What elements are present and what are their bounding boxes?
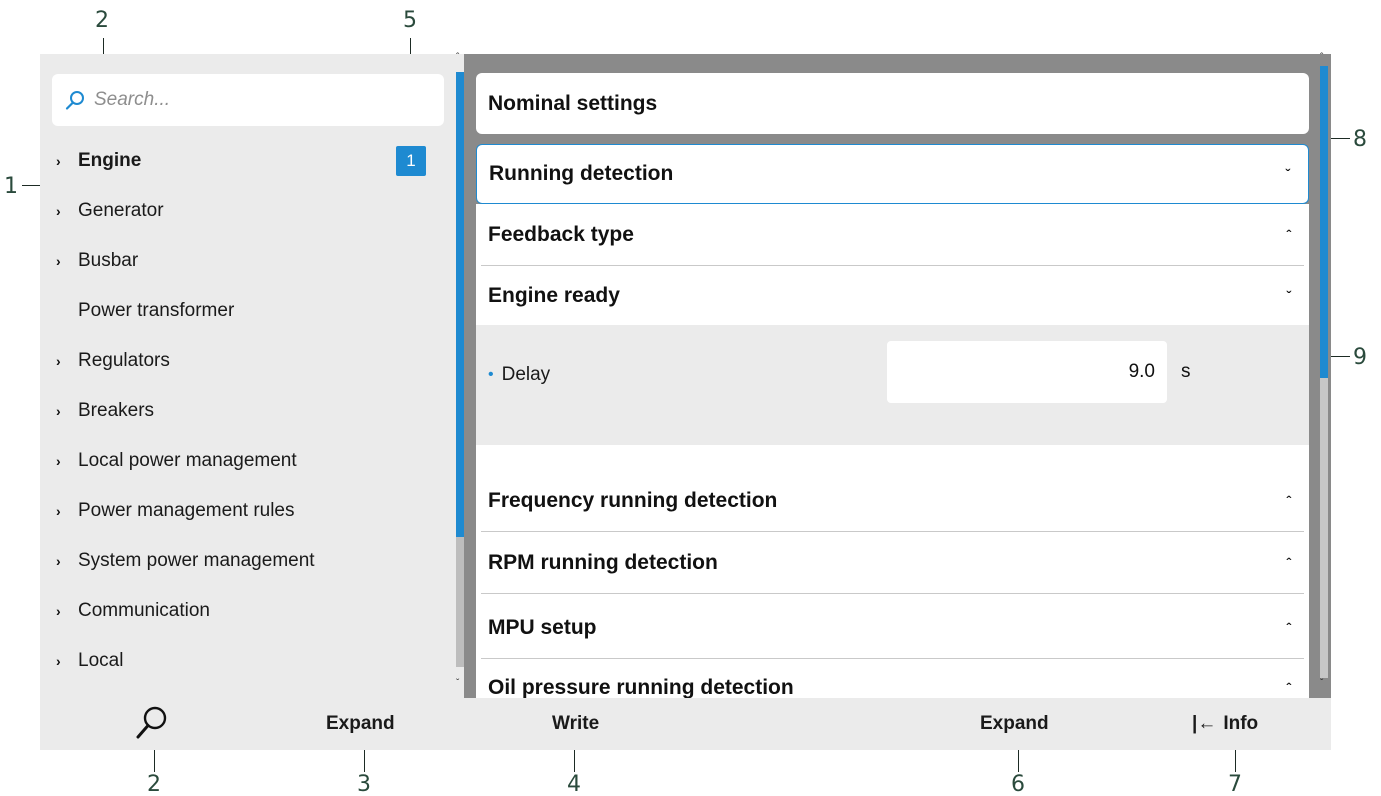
sidebar-item-label: Breakers	[78, 400, 155, 421]
callout-6: 6	[1011, 772, 1025, 796]
caret-up-icon[interactable]: ˆ	[1286, 227, 1291, 243]
scrollbar-thumb[interactable]	[456, 72, 464, 537]
section-nominal-settings[interactable]: Nominal settings	[476, 73, 1309, 134]
chevron-right-icon: ›	[56, 503, 61, 519]
sidebar-item-label: Busbar	[78, 250, 139, 271]
sidebar-item-label: Local power management	[78, 450, 297, 471]
group-title: Frequency running detection	[488, 489, 778, 512]
sidebar-item-label: Power management rules	[78, 500, 295, 521]
group-mpu-setup[interactable]: MPU setup ˆ	[476, 597, 1309, 659]
scrollbar-track	[456, 537, 464, 667]
search-button[interactable]	[134, 698, 170, 750]
delay-label-text: Delay	[501, 364, 551, 385]
sidebar-item-label: Local	[78, 650, 124, 671]
chevron-right-icon: ›	[56, 353, 61, 369]
sidebar-item-system-power-management[interactable]: › System power management	[56, 536, 436, 586]
chevron-right-icon: ›	[56, 453, 61, 469]
scrollbar-track	[1320, 378, 1328, 678]
group-title: Engine ready	[488, 284, 620, 307]
delay-setting-row: • Delay 9.0 s	[476, 325, 1309, 445]
sidebar-item-power-transformer[interactable]: Power transformer	[56, 286, 436, 336]
expand-all-sidebar-button[interactable]: Expand	[326, 698, 395, 750]
sidebar-item-power-management-rules[interactable]: › Power management rules	[56, 486, 436, 536]
sidebar-item-regulators[interactable]: › Regulators	[56, 336, 436, 386]
count-badge: 1	[396, 146, 426, 176]
scroll-down-icon[interactable]: ˇ	[456, 678, 459, 689]
callout-5: 5	[403, 8, 417, 33]
callout-7: 7	[1228, 772, 1242, 796]
sidebar-item-label: Engine	[78, 150, 142, 171]
section-title: Nominal settings	[488, 91, 658, 115]
search-icon	[65, 91, 84, 110]
section-title: Running detection	[489, 162, 674, 185]
info-label: Info	[1223, 713, 1259, 734]
sidebar-item-engine[interactable]: › Engine	[56, 136, 436, 186]
sidebar-item-label: System power management	[78, 550, 315, 571]
delay-label: • Delay	[488, 325, 550, 425]
caret-down-icon[interactable]: ˇ	[1285, 166, 1290, 182]
caret-up-icon[interactable]: ˆ	[1286, 680, 1291, 696]
delay-unit: s	[1181, 361, 1191, 382]
chevron-right-icon: ›	[56, 603, 61, 619]
callout-3: 3	[357, 772, 371, 796]
section-running-detection[interactable]: Running detection ˇ	[476, 144, 1309, 204]
sidebar-item-label: Communication	[78, 600, 210, 621]
group-rpm-running-detection[interactable]: RPM running detection ˆ	[476, 532, 1309, 594]
chevron-right-icon: ›	[56, 203, 61, 219]
search-input[interactable]	[94, 89, 434, 111]
scroll-up-icon[interactable]: ˆ	[1320, 52, 1323, 63]
caret-down-icon[interactable]: ˇ	[1286, 288, 1291, 304]
chevron-right-icon: ›	[56, 253, 61, 269]
expand-all-settings-button[interactable]: Expand	[980, 698, 1049, 750]
search-icon	[136, 706, 167, 739]
sidebar-item-breakers[interactable]: › Breakers	[56, 386, 436, 436]
sidebar-item-local[interactable]: › Local	[56, 636, 436, 686]
collapse-left-icon: |←	[1192, 713, 1217, 734]
group-title: RPM running detection	[488, 551, 718, 574]
group-frequency-running-detection[interactable]: Frequency running detection ˆ	[476, 470, 1309, 532]
scroll-down-icon[interactable]: ˇ	[1320, 678, 1323, 689]
sidebar-item-generator[interactable]: › Generator	[56, 186, 436, 236]
sidebar-scrollbar[interactable]: ˆ ˇ	[456, 52, 464, 698]
group-title: Oil pressure running detection	[488, 676, 794, 699]
write-button[interactable]: Write	[552, 698, 599, 750]
divider	[481, 593, 1304, 594]
scroll-up-icon[interactable]: ˆ	[456, 52, 459, 63]
delay-value-field[interactable]: 9.0	[887, 341, 1167, 403]
settings-scrollbar[interactable]: ˆ ˇ	[1317, 52, 1331, 698]
settings-panel: Nominal settings Running detection ˇ Fee…	[464, 54, 1317, 719]
caret-up-icon[interactable]: ˆ	[1286, 620, 1291, 636]
callout-8: 8	[1353, 127, 1367, 152]
navigation-panel: › Engine 1 › Generator › Busbar Power tr…	[40, 54, 456, 698]
search-box[interactable]	[52, 74, 444, 126]
bottom-toolbar: Expand Write Expand |← Info	[40, 698, 1331, 750]
sidebar-item-label: Power transformer	[78, 300, 235, 321]
sidebar-item-busbar[interactable]: › Busbar	[56, 236, 436, 286]
group-title: Feedback type	[488, 223, 634, 246]
group-feedback-type[interactable]: Feedback type ˆ	[476, 204, 1309, 266]
section-content: Feedback type ˆ Engine ready ˇ • Delay 9…	[476, 204, 1309, 719]
caret-up-icon[interactable]: ˆ	[1286, 555, 1291, 571]
sidebar-item-communication[interactable]: › Communication	[56, 586, 436, 636]
chevron-right-icon: ›	[56, 153, 61, 169]
callout-4: 4	[567, 772, 581, 796]
caret-up-icon[interactable]: ˆ	[1286, 493, 1291, 509]
callout-9: 9	[1353, 345, 1367, 370]
callout-2-top: 2	[95, 8, 109, 33]
group-engine-ready[interactable]: Engine ready ˇ	[476, 265, 1309, 327]
sidebar-item-label: Generator	[78, 200, 164, 221]
info-button[interactable]: |← Info	[1192, 698, 1258, 750]
callout-1: 1	[4, 174, 18, 199]
group-title: MPU setup	[488, 616, 597, 639]
chevron-right-icon: ›	[56, 653, 61, 669]
chevron-right-icon: ›	[56, 403, 61, 419]
callout-2-bottom: 2	[147, 772, 161, 796]
chevron-right-icon: ›	[56, 553, 61, 569]
scrollbar-thumb[interactable]	[1320, 66, 1328, 378]
bullet-icon: •	[488, 366, 494, 383]
sidebar-item-local-power-management[interactable]: › Local power management	[56, 436, 436, 486]
sidebar-item-label: Regulators	[78, 350, 170, 371]
